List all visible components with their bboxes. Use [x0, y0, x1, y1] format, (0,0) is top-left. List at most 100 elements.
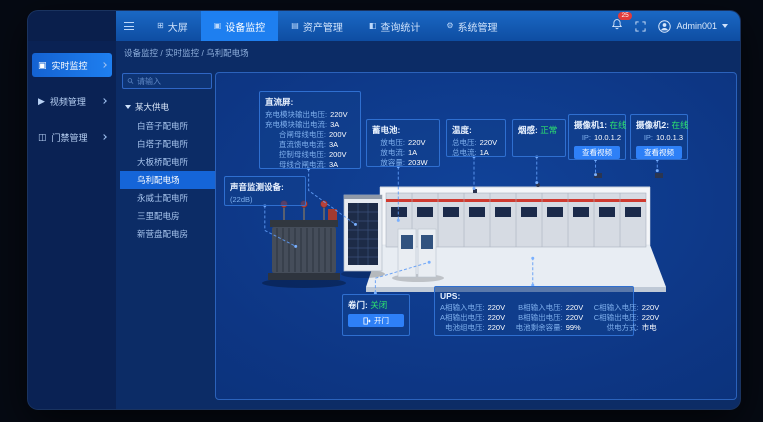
sidebar-item[interactable]: ◫ 门禁管理 [32, 125, 112, 149]
tree-item[interactable]: 乌利配电场 [120, 171, 224, 189]
ups-col-c: C相输入电压: 220V C相输出电压: 220V 供电方式: 市电 [594, 303, 664, 333]
noise-monitor-box: 声音监测设备: (22dB) [224, 176, 306, 206]
tree-item[interactable]: 新营盘配电房 [120, 225, 224, 243]
data-row: 控制母线电压: 200V [265, 150, 355, 160]
data-row: 放电压: 220V [372, 138, 434, 148]
wall-camera-1 [594, 173, 602, 178]
sidebar-item-icon: ◫ [38, 133, 47, 142]
camera2-title: 摄像机2: [636, 120, 669, 130]
smoke-sensor-dot [536, 183, 540, 187]
smoke-title: 烟感: [518, 125, 538, 135]
nav-item[interactable]: ▣ 设备监控 [201, 11, 279, 41]
menu-collapse-icon[interactable] [124, 22, 134, 30]
sidebar-item-label: 视频管理 [50, 95, 86, 108]
chevron-right-icon [101, 62, 107, 68]
tree-search-input[interactable] [137, 77, 207, 86]
transformer-box [328, 209, 337, 220]
data-row: 电池剩余容量: 99% [516, 323, 588, 333]
door-title: 卷门: [348, 300, 368, 310]
nav-item-label: 查询统计 [380, 19, 420, 34]
transformer-body [272, 227, 336, 273]
nav-item[interactable]: ◧ 查询统计 [356, 11, 434, 41]
battery-title: 蓄电池: [372, 124, 434, 136]
open-door-icon [363, 317, 371, 325]
user-menu[interactable]: Admin001 [658, 20, 728, 33]
data-row: 总电流: 1A [452, 148, 500, 158]
nav-right-cluster: 25 Admin001 [611, 11, 728, 41]
scene-panel: 直流屏: 充电模块输出电压: 220V 充电模块输出电流: 3A 合闸母线电压: [215, 72, 737, 400]
data-row: 电池组电压: 220V [440, 323, 510, 333]
fullscreen-icon[interactable] [635, 21, 646, 32]
temperature-title: 温度: [452, 124, 500, 136]
tree-item[interactable]: 三里配电房 [120, 207, 224, 225]
nav-item[interactable]: ▤ 资产管理 [278, 11, 356, 41]
sidebar-item-icon: ▶ [38, 97, 45, 106]
nav-item-icon: ⚙ [446, 22, 453, 30]
temp-sensor-dot [473, 189, 477, 193]
nav-item[interactable]: ⚙ 系统管理 [433, 11, 510, 41]
data-row: 充电模块输出电流: 3A [265, 120, 355, 130]
distribution-room-3d-scene [246, 159, 686, 299]
notifications-button[interactable]: 25 [611, 17, 623, 35]
sidebar-item-icon: ▣ [38, 61, 47, 70]
door-status: 关闭 [370, 300, 387, 310]
logo-area [28, 11, 116, 41]
app-window: ⊞ 大屏 ▣ 设备监控 ▤ 资产管理 ◧ 查询统计 [28, 11, 740, 409]
user-avatar-icon [658, 20, 671, 33]
nav-item-label: 资产管理 [303, 19, 343, 34]
smoke-status: 正常 [540, 125, 557, 135]
nav-item-label: 系统管理 [458, 19, 498, 34]
ups-col-b: B相输入电压: 220V B相输出电压: 220V 电池剩余容量: 99% [516, 303, 588, 333]
data-row: 放容量: 203W [372, 158, 434, 168]
tree-item[interactable]: 永威士配电所 [120, 189, 224, 207]
data-row: 总电压: 220V [452, 138, 500, 148]
data-row: 合闸母线电压: 200V [265, 130, 355, 140]
tree-root-label: 某大供电 [135, 101, 169, 113]
breadcrumb: 设备监控 / 实时监控 / 乌利配电场 [124, 47, 249, 59]
temperature-box: 温度: 总电压: 220V 总电流: 1A [446, 119, 506, 157]
data-row: B相输出电压: 220V [516, 313, 588, 323]
camera1-box: 摄像机1: 在线 IP: 10.0.1.2 查看视频 [568, 114, 626, 160]
nav-item-icon: ⊞ [157, 22, 164, 30]
sidebar-item[interactable]: ▶ 视频管理 [32, 89, 112, 113]
camera1-ip-row: IP: 10.0.1.2 [574, 133, 620, 143]
tree-item[interactable]: 白音子配电所 [120, 117, 224, 135]
tree-root-node[interactable]: 某大供电 [125, 101, 224, 113]
tree-item[interactable]: 白塔子配电所 [120, 135, 224, 153]
noise-title: 声音监测设备: [230, 181, 300, 193]
smoke-sensor-box: 烟感: 正常 [512, 119, 566, 157]
noise-value: (22dB) [230, 195, 253, 205]
camera2-ip-row: IP: 10.0.1.3 [636, 133, 682, 143]
open-door-button[interactable]: 开门 [348, 314, 404, 327]
chevron-right-icon [101, 98, 107, 104]
chevron-right-icon [101, 134, 107, 140]
station-tree-panel: 某大供电 白音子配电所 白塔子配电所 大板桥配电所 乌利配电场 永威士配电所 三… [120, 67, 224, 409]
camera2-box: 摄像机2: 在线 IP: 10.0.1.3 查看视频 [630, 114, 688, 160]
ups-col-a: A相输入电压: 220V A相输出电压: 220V 电池组电压: 220V [440, 303, 510, 333]
data-row: C相输出电压: 220V [594, 313, 664, 323]
nav-item[interactable]: ⊞ 大屏 [144, 11, 201, 41]
camera1-view-video-button[interactable]: 查看视频 [574, 146, 620, 159]
tree-search-box[interactable] [122, 73, 212, 89]
data-row: 供电方式: 市电 [594, 323, 664, 333]
camera2-status: 在线 [671, 120, 688, 130]
transformer-base [268, 273, 340, 280]
sidebar-item-label: 门禁管理 [52, 131, 88, 144]
camera1-title: 摄像机1: [574, 120, 607, 130]
data-row: 放电流: 1A [372, 148, 434, 158]
camera2-view-video-button[interactable]: 查看视频 [636, 146, 682, 159]
data-row: C相输入电压: 220V [594, 303, 664, 313]
data-row: A相输入电压: 220V [440, 303, 510, 313]
sidebar-item[interactable]: ▣ 实时监控 [32, 53, 112, 77]
wall-camera-2 [655, 173, 663, 178]
tree-item[interactable]: 大板桥配电所 [120, 153, 224, 171]
nav-item-icon: ◧ [369, 22, 377, 30]
nav-item-icon: ▤ [291, 22, 299, 30]
battery-box: 蓄电池: 放电压: 220V 放电流: 1A 放容量: 203W [366, 119, 440, 167]
dc-panel-box: 直流屏: 充电模块输出电压: 220V 充电模块输出电流: 3A 合闸母线电压: [259, 91, 361, 169]
data-row: 直流馈电电流: 3A [265, 140, 355, 150]
sidebar: ▣ 实时监控 ▶ 视频管理 ◫ 门禁管理 [28, 41, 116, 409]
nav-item-label: 设备监控 [225, 19, 265, 34]
ups-title: UPS: [440, 291, 628, 301]
data-row: 充电模块输出电压: 220V [265, 110, 355, 120]
